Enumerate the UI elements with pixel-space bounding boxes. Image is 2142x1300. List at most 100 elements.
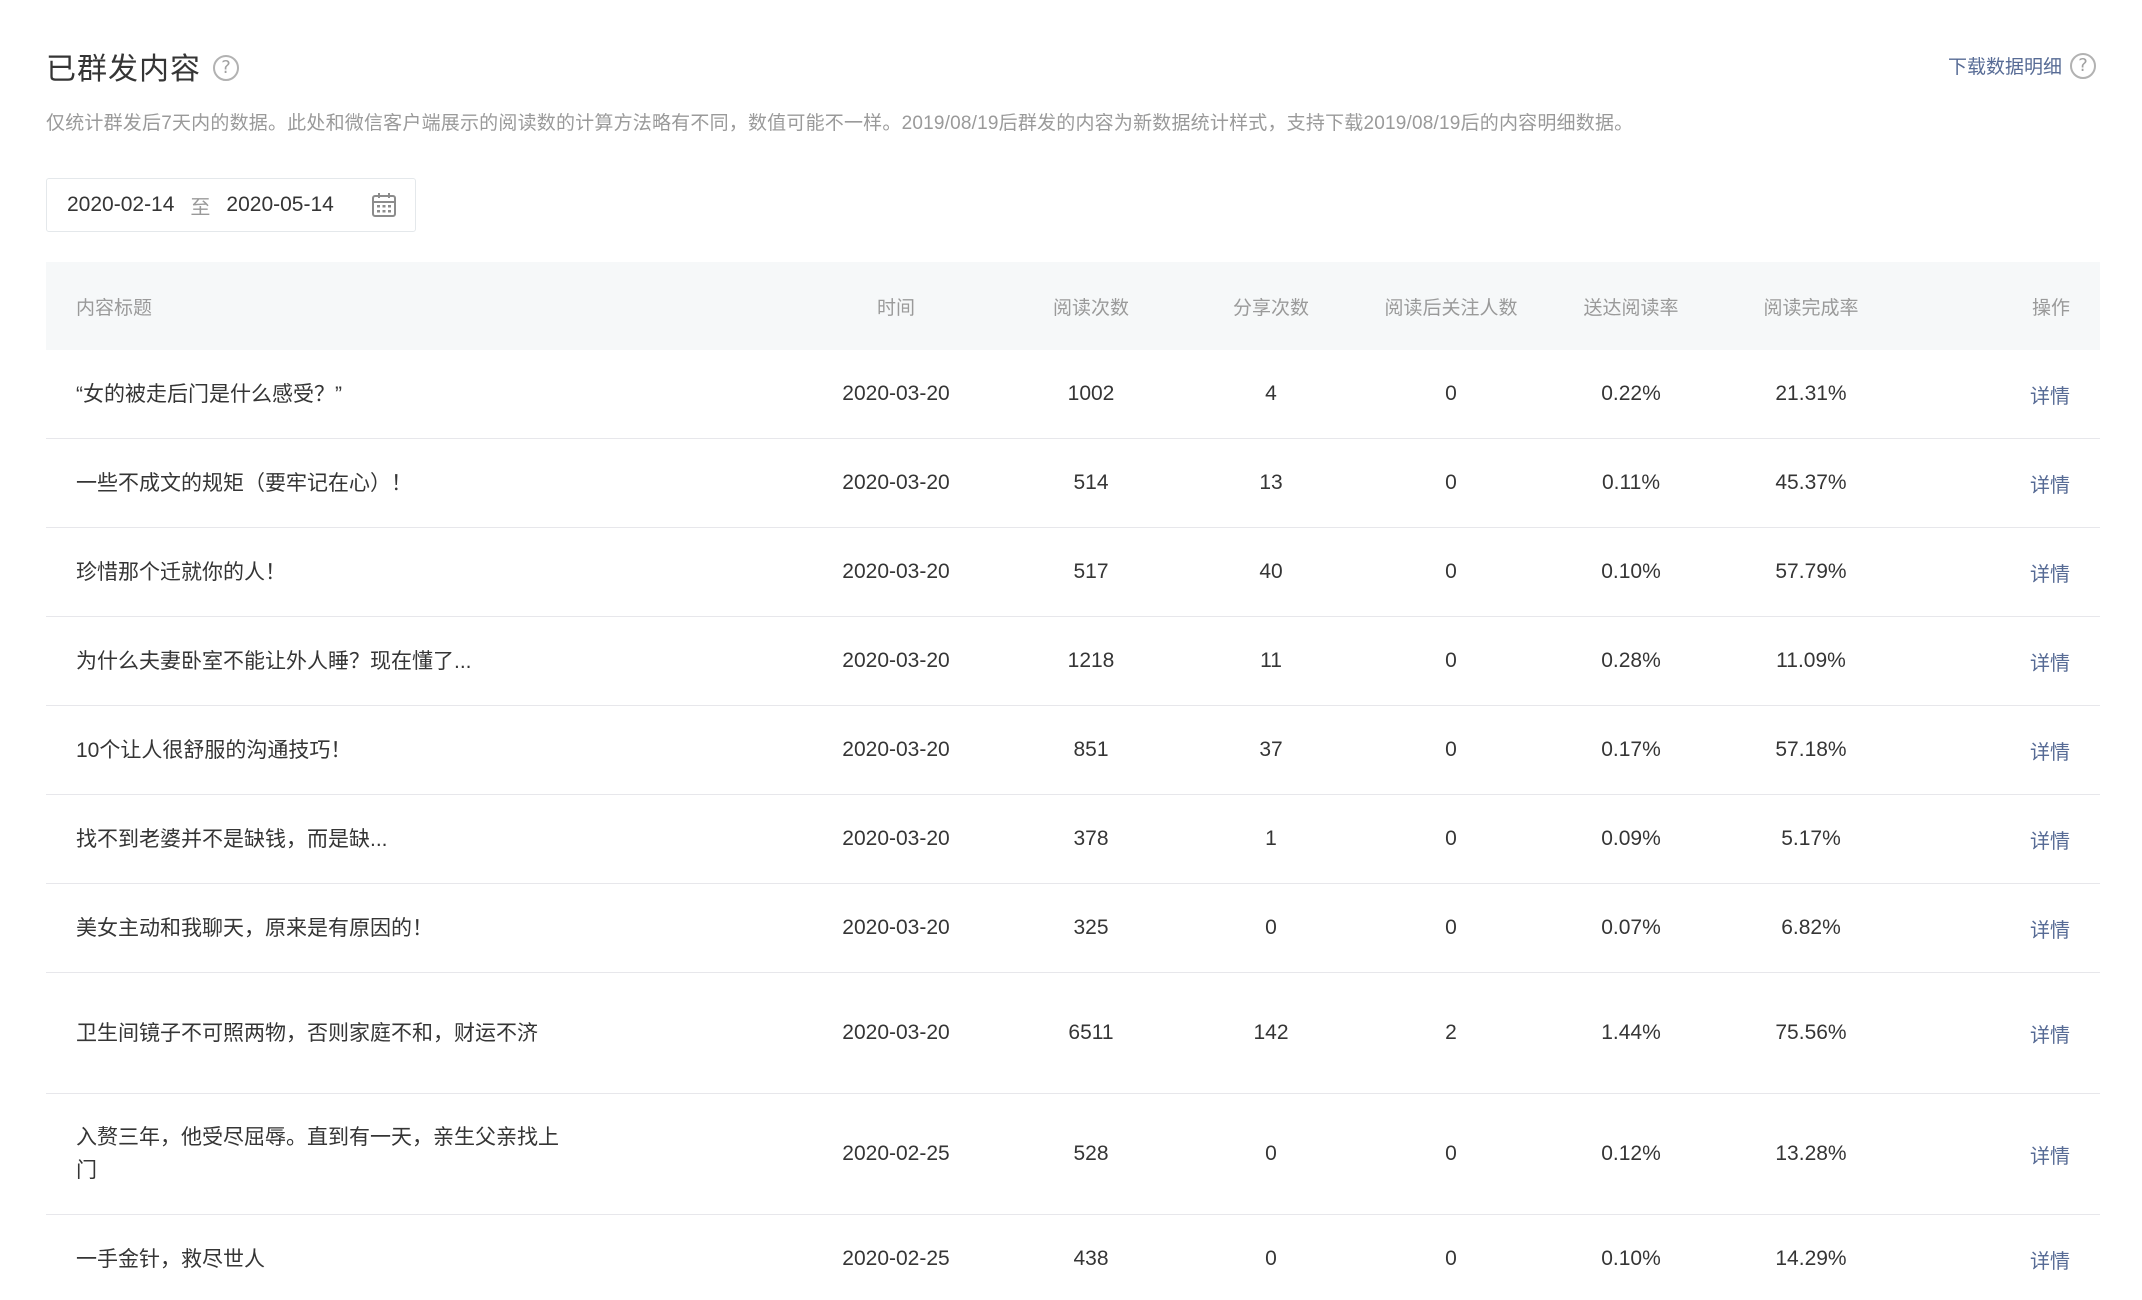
row-time: 2020-03-20 [842,560,950,583]
row-delivery-rate: 0.22% [1601,382,1661,405]
table-row: 找不到老婆并不是缺钱，而是缺... 2020-03-20 378 1 0 0.0… [46,795,2100,884]
row-time: 2020-03-20 [842,827,950,850]
row-completion-rate: 21.31% [1775,382,1847,405]
table-row: 珍惜那个迁就你的人！ 2020-03-20 517 40 0 0.10% 57.… [46,528,2100,617]
table-row: “女的被走后门是什么感受？” 2020-03-20 1002 4 0 0.22%… [46,350,2100,439]
row-detail-link[interactable]: 详情 [1916,825,2100,854]
row-time: 2020-03-20 [842,382,950,405]
row-time: 2020-03-20 [842,738,950,761]
header: 已群发内容 ? 下载数据明细 ? 仅统计群发后7天内的数据。此处和微信客户端展示… [46,0,2096,134]
row-completion-rate: 45.37% [1775,471,1847,494]
question-mark-icon[interactable]: ? [2070,52,2096,79]
row-title: 一些不成文的规矩（要牢记在心）！ [76,471,412,495]
table-header: 内容标题 时间 阅读次数 分享次数 阅读后关注人数 送达阅读率 阅读完成率 操作 [46,262,2100,350]
row-follows: 0 [1445,471,1457,494]
table-row: 一些不成文的规矩（要牢记在心）！ 2020-03-20 514 13 0 0.1… [46,439,2100,528]
col-header-completion-rate: 阅读完成率 [1763,297,1859,319]
row-detail-link[interactable]: 详情 [1916,469,2100,498]
row-title: 入赘三年，他受尽屈辱。直到有一天，亲生父亲找上门 [76,1126,559,1182]
download-area: 下载数据明细 ? [1948,52,2096,79]
row-time: 2020-03-20 [842,1021,950,1044]
row-time: 2020-03-20 [842,649,950,672]
col-header-title: 内容标题 [76,297,153,319]
table-row: 入赘三年，他受尽屈辱。直到有一天，亲生父亲找上门 2020-02-25 528 … [46,1094,2100,1215]
col-header-reads: 阅读次数 [1052,297,1129,319]
calendar-icon[interactable] [371,192,397,218]
row-shares: 0 [1265,1247,1277,1270]
row-title: 为什么夫妻卧室不能让外人睡？现在懂了... [76,649,472,673]
col-header-delivery-rate: 送达阅读率 [1583,297,1679,319]
row-title: 卫生间镜子不可照两物，否则家庭不和，财运不济 [76,1021,538,1045]
row-detail-link[interactable]: 详情 [1916,380,2100,409]
row-reads: 514 [1073,471,1109,494]
table-row: 美女主动和我聊天，原来是有原因的！ 2020-03-20 325 0 0 0.0… [46,884,2100,973]
row-detail-link[interactable]: 详情 [1916,1140,2100,1169]
row-shares: 142 [1253,1021,1289,1044]
col-header-shares: 分享次数 [1232,297,1309,319]
row-shares: 0 [1265,916,1277,939]
row-detail-link[interactable]: 详情 [1916,914,2100,943]
row-reads: 1218 [1067,649,1115,672]
row-delivery-rate: 0.07% [1601,916,1661,939]
question-mark-icon[interactable]: ? [213,55,239,81]
row-reads: 378 [1073,827,1109,850]
row-shares: 37 [1259,738,1283,761]
row-delivery-rate: 0.11% [1602,471,1660,494]
table-row: 一手金针，救尽世人 2020-02-25 438 0 0 0.10% 14.29… [46,1215,2100,1300]
row-reads: 1002 [1067,382,1115,405]
row-completion-rate: 57.79% [1775,560,1847,583]
row-delivery-rate: 1.44% [1601,1021,1661,1044]
date-range-picker[interactable]: 2020-02-14 至 2020-05-14 [46,178,416,232]
row-completion-rate: 5.17% [1781,827,1841,850]
table-row: 卫生间镜子不可照两物，否则家庭不和，财运不济 2020-03-20 6511 1… [46,973,2100,1094]
row-title: 10个让人很舒服的沟通技巧！ [76,738,352,762]
row-follows: 0 [1445,382,1457,405]
col-header-time: 时间 [876,297,915,319]
row-shares: 11 [1260,649,1282,672]
row-completion-rate: 13.28% [1775,1142,1847,1165]
content-table: 内容标题 时间 阅读次数 分享次数 阅读后关注人数 送达阅读率 阅读完成率 操作… [46,262,2100,1300]
date-separator: 至 [190,196,211,219]
download-data-link[interactable]: 下载数据明细 [1948,52,2062,79]
date-start[interactable]: 2020-02-14 [67,193,174,217]
row-delivery-rate: 0.10% [1601,1247,1661,1270]
table-row: 为什么夫妻卧室不能让外人睡？现在懂了... 2020-03-20 1218 11… [46,617,2100,706]
row-completion-rate: 11.09% [1776,649,1846,672]
row-delivery-rate: 0.12% [1601,1142,1661,1165]
row-completion-rate: 57.18% [1775,738,1847,761]
row-reads: 851 [1073,738,1109,761]
row-title: “女的被走后门是什么感受？” [76,382,342,406]
row-delivery-rate: 0.17% [1601,738,1661,761]
title-row: 已群发内容 ? [46,44,2096,88]
row-title: 找不到老婆并不是缺钱，而是缺... [76,827,388,851]
row-title: 一手金针，救尽世人 [76,1247,265,1271]
row-delivery-rate: 0.28% [1601,649,1661,672]
row-detail-link[interactable]: 详情 [1916,647,2100,676]
row-follows: 0 [1445,560,1457,583]
row-completion-rate: 75.56% [1775,1021,1847,1044]
row-follows: 0 [1445,649,1457,672]
row-follows: 0 [1445,916,1457,939]
table-row: 10个让人很舒服的沟通技巧！ 2020-03-20 851 37 0 0.17%… [46,706,2100,795]
row-detail-link[interactable]: 详情 [1916,1245,2100,1274]
row-shares: 4 [1265,382,1277,405]
date-end[interactable]: 2020-05-14 [226,193,333,217]
row-delivery-rate: 0.10% [1601,560,1661,583]
row-follows: 0 [1445,738,1457,761]
page: 已群发内容 ? 下载数据明细 ? 仅统计群发后7天内的数据。此处和微信客户端展示… [0,0,2142,1300]
row-time: 2020-02-25 [842,1142,950,1165]
row-reads: 528 [1073,1142,1109,1165]
row-title: 珍惜那个迁就你的人！ [76,560,286,584]
row-detail-link[interactable]: 详情 [1916,736,2100,765]
row-completion-rate: 6.82% [1781,916,1841,939]
row-detail-link[interactable]: 详情 [1916,558,2100,587]
row-time: 2020-03-20 [842,471,950,494]
row-shares: 40 [1259,560,1283,583]
row-reads: 438 [1073,1247,1109,1270]
row-shares: 13 [1259,471,1283,494]
row-follows: 0 [1445,1142,1457,1165]
row-completion-rate: 14.29% [1775,1247,1847,1270]
row-detail-link[interactable]: 详情 [1916,1019,2100,1048]
col-header-action: 操作 [2031,297,2070,319]
col-header-follows: 阅读后关注人数 [1384,297,1518,319]
